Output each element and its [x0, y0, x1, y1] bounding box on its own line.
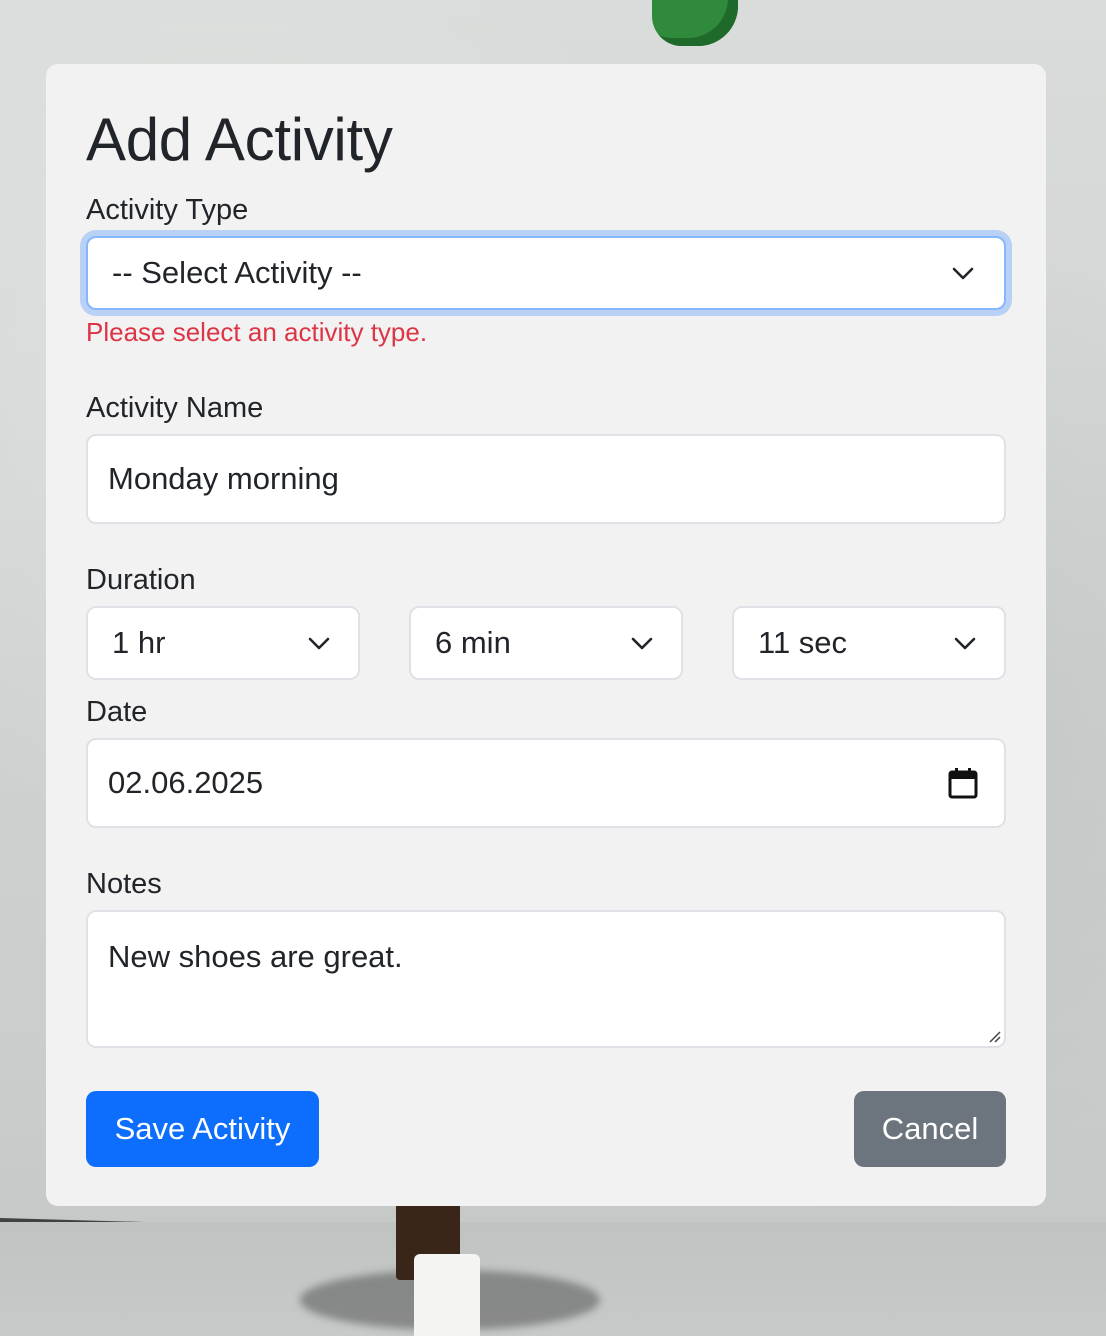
date-label: Date — [86, 696, 148, 728]
activity-type-value: -- Select Activity -- — [112, 255, 362, 290]
notes-value: New shoes are great. — [108, 939, 403, 974]
add-activity-card: Add Activity Activity Type -- Select Act… — [46, 64, 1046, 1206]
activity-name-input[interactable]: Monday morning — [86, 434, 1006, 524]
notes-label: Notes — [86, 868, 162, 900]
duration-row: 1 hr 6 min 11 sec — [86, 606, 1006, 680]
activity-type-error: Please select an activity type. — [86, 317, 428, 347]
activity-name-label: Activity Name — [86, 392, 264, 424]
duration-minutes-select[interactable]: 6 min — [409, 606, 683, 680]
duration-label: Duration — [86, 564, 196, 596]
chevron-down-icon — [627, 628, 657, 658]
chevron-down-icon — [948, 258, 978, 288]
activity-type-select[interactable]: -- Select Activity -- — [86, 236, 1006, 310]
activity-type-label: Activity Type — [86, 194, 249, 226]
chevron-down-icon — [304, 628, 334, 658]
date-input[interactable]: 02.06.2025 — [86, 738, 1006, 828]
date-value: 02.06.2025 — [108, 765, 264, 800]
activity-name-value: Monday morning — [108, 461, 339, 496]
cancel-button[interactable]: Cancel — [854, 1091, 1006, 1167]
chevron-down-icon — [950, 628, 980, 658]
page-title: Add Activity — [86, 106, 393, 173]
duration-seconds-select[interactable]: 11 sec — [732, 606, 1006, 680]
duration-hours-value: 1 hr — [112, 625, 166, 660]
calendar-icon[interactable] — [948, 767, 978, 799]
save-activity-button[interactable]: Save Activity — [86, 1091, 319, 1167]
resize-grip-icon[interactable] — [986, 1028, 1002, 1044]
duration-minutes-value: 6 min — [435, 625, 511, 660]
duration-seconds-value: 11 sec — [758, 625, 848, 660]
duration-hours-select[interactable]: 1 hr — [86, 606, 360, 680]
notes-textarea[interactable]: New shoes are great. — [86, 910, 1006, 1048]
sock — [414, 1254, 480, 1336]
